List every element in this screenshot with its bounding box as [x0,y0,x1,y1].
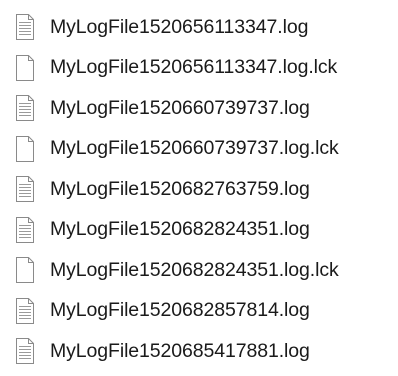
file-item[interactable]: MyLogFile1520656113347.log.lck [0,48,398,89]
file-name[interactable]: MyLogFile1520660739737.log [50,98,310,119]
file-name[interactable]: MyLogFile1520656113347.log.lck [50,57,337,78]
file-item[interactable]: MyLogFile1520682763759.log [0,169,398,210]
file-item[interactable]: MyLogFile1520660739737.log.lck [0,129,398,170]
file-item[interactable]: MyLogFile1520660739737.log [0,88,398,129]
file-name[interactable]: MyLogFile1520660739737.log.lck [50,138,339,159]
blank-document-icon [14,135,36,163]
text-document-icon [14,297,36,325]
text-document-icon [14,216,36,244]
file-item[interactable]: MyLogFile1520682857814.log [0,291,398,332]
file-item[interactable]: MyLogFile1520682824351.log [0,210,398,251]
text-document-icon [14,337,36,365]
file-name[interactable]: MyLogFile1520656113347.log [50,17,308,38]
text-document-icon [14,175,36,203]
blank-document-icon [14,54,36,82]
file-list: MyLogFile1520656113347.log MyLogFile1520… [0,0,398,376]
file-name[interactable]: MyLogFile1520682857814.log [50,300,310,321]
file-name[interactable]: MyLogFile1520682824351.log [50,219,310,240]
file-item[interactable]: MyLogFile1520682824351.log.lck [0,250,398,291]
file-name[interactable]: MyLogFile1520682763759.log [50,179,310,200]
text-document-icon [14,94,36,122]
text-document-icon [14,13,36,41]
file-name[interactable]: MyLogFile1520682824351.log.lck [50,260,339,281]
file-name[interactable]: MyLogFile1520685417881.log [50,341,310,362]
file-item[interactable]: MyLogFile1520685417881.log [0,331,398,372]
blank-document-icon [14,256,36,284]
file-item[interactable]: MyLogFile1520656113347.log [0,7,398,48]
